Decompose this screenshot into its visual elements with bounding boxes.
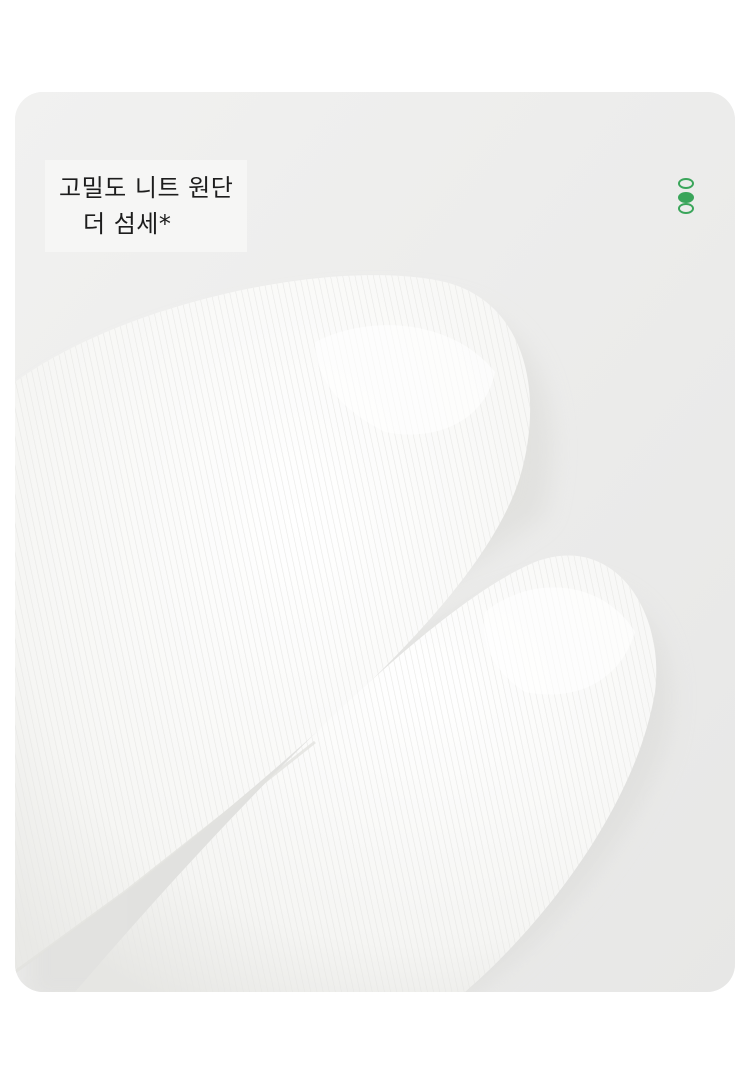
caption-line-1: 고밀도 니트 원단 bbox=[59, 174, 234, 202]
dot-filled-icon bbox=[678, 192, 694, 203]
caption-box: 고밀도 니트 원단 더 섬세* bbox=[45, 160, 248, 252]
pagination-dots-icon bbox=[678, 178, 700, 224]
dot-outline-icon bbox=[678, 178, 694, 189]
product-image-card: 고밀도 니트 원단 더 섬세* bbox=[15, 92, 735, 992]
dot-outline-icon bbox=[678, 203, 694, 214]
caption-line-2: 더 섬세* bbox=[83, 210, 172, 238]
